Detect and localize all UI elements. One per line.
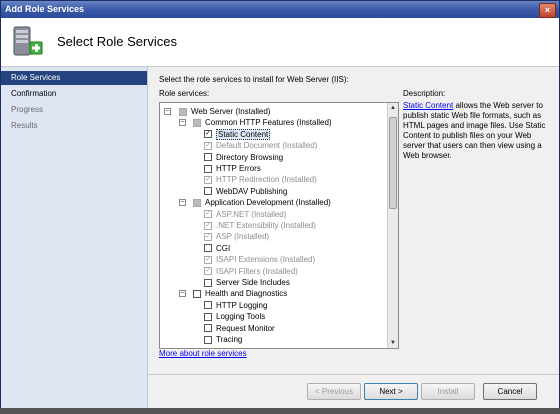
tree-row[interactable]: ✓ .NET Extensibility (Installed) (160, 220, 386, 231)
tree-row[interactable]: Server Side Includes (160, 277, 386, 288)
more-about-role-services-link[interactable]: More about role services (159, 349, 247, 358)
wizard-sidebar: Role Services Confirmation Progress Resu… (1, 67, 148, 408)
role-checkbox: ✓ (204, 175, 212, 184)
role-checkbox[interactable] (204, 301, 212, 310)
role-services-tree[interactable]: ▲ ▼ − Web Server (Installed) − Common HTTP … (159, 102, 399, 349)
tree-row-label: Common HTTP Features (Installed) (205, 118, 332, 128)
tree-row[interactable]: ✓ Default Document (Installed) (160, 140, 386, 151)
tree-row[interactable]: − Application Development (Installed) (160, 197, 386, 208)
tree-row-label: Server Side Includes (216, 278, 290, 287)
tree-row[interactable]: WebDAV Publishing (160, 186, 386, 197)
tree-row-label: ISAPI Extensions (Installed) (216, 255, 316, 265)
role-checkbox[interactable] (193, 198, 201, 207)
add-role-services-window: Add Role Services × Select Role Services… (0, 0, 560, 409)
tree-row-label: Static Content (216, 128, 271, 140)
tree-row-label: ASP.NET (Installed) (216, 209, 287, 219)
sidebar-item-confirmation[interactable]: Confirmation (1, 87, 147, 101)
role-checkbox[interactable] (204, 324, 212, 333)
scroll-thumb[interactable] (389, 117, 397, 209)
collapse-toggle-icon[interactable]: − (179, 119, 186, 127)
next-button[interactable]: Next > (364, 383, 418, 400)
collapse-toggle-icon[interactable]: − (164, 108, 171, 115)
role-checkbox[interactable] (204, 187, 212, 196)
background-strip (0, 408, 560, 414)
tree-row-label: CGI (216, 243, 231, 253)
tree-scrollbar[interactable]: ▲ ▼ (387, 103, 398, 348)
tree-row[interactable]: ✓ ASP (Installed) (160, 231, 386, 242)
collapse-toggle-icon[interactable]: − (179, 199, 186, 207)
previous-button[interactable]: < Previous (307, 383, 361, 400)
tree-row[interactable]: HTTP Logging (160, 300, 386, 311)
tree-row-label: Tracing (216, 335, 243, 344)
tree-row-label: Logging Tools (216, 312, 266, 322)
tree-row[interactable]: Request Monitor (160, 323, 386, 334)
tree-row[interactable]: HTTP Errors (160, 163, 386, 174)
tree-row-label: Application Development (Installed) (205, 198, 331, 208)
role-checkbox: ✓ (204, 210, 212, 219)
tree-row[interactable]: CGI (160, 243, 386, 254)
description-text: Static Content allows the Web server to … (403, 101, 553, 161)
tree-row-label: ASP (Installed) (216, 232, 270, 242)
role-checkbox[interactable] (193, 118, 201, 127)
cancel-button[interactable]: Cancel (483, 383, 537, 400)
tree-row[interactable]: − Health and Diagnostics (160, 288, 386, 299)
tree-row[interactable]: ✓ ISAPI Extensions (Installed) (160, 254, 386, 265)
window-title: Add Role Services (5, 4, 85, 14)
tree-row-label: Health and Diagnostics (205, 289, 288, 299)
wizard-header: Select Role Services (1, 18, 559, 67)
main-panel: Select the role services to install for … (148, 67, 559, 374)
tree-row-label: Default Document (Installed) (216, 141, 318, 151)
tree-row[interactable]: ✓ ASP.NET (Installed) (160, 209, 386, 220)
scroll-down-arrow-icon[interactable]: ▼ (388, 338, 398, 348)
page-title: Select Role Services (57, 34, 177, 49)
sidebar-item-role-services[interactable]: Role Services (1, 71, 147, 85)
role-checkbox[interactable] (204, 153, 212, 162)
tree-row[interactable]: ✓ Static Content (160, 128, 386, 140)
instruction-text: Select the role services to install for … (159, 75, 349, 84)
role-checkbox: ✓ (204, 267, 212, 276)
tree-row[interactable]: Logging Tools (160, 311, 386, 322)
tree-row[interactable]: − Common HTTP Features (Installed) (160, 117, 386, 128)
install-button[interactable]: Install (421, 383, 475, 400)
tree-row[interactable]: ✓ HTTP Redirection (Installed) (160, 174, 386, 185)
tree-row-label: ISAPI Filters (Installed) (216, 266, 298, 276)
close-button[interactable]: × (539, 3, 556, 18)
tree-row-label: WebDAV Publishing (216, 186, 288, 196)
tree-row-label: HTTP Errors (216, 164, 261, 173)
static-content-link[interactable]: Static Content (403, 101, 453, 110)
role-checkbox: ✓ (204, 221, 212, 230)
tree-row[interactable]: Directory Browsing (160, 152, 386, 163)
role-checkbox[interactable] (204, 244, 212, 253)
tree-row-label: Web Server (Installed) (191, 107, 271, 116)
tree-row[interactable]: ✓ ISAPI Filters (Installed) (160, 266, 386, 277)
tree-row-label: Directory Browsing (216, 152, 284, 162)
description-label: Description: (403, 89, 446, 98)
tree-row[interactable]: Tracing (160, 334, 386, 345)
tree-row-label: HTTP Logging (216, 300, 268, 310)
wizard-footer: < Previous Next > Install Cancel (148, 374, 559, 409)
role-checkbox: ✓ (204, 255, 212, 264)
sidebar-item-progress: Progress (11, 105, 44, 114)
tree-row-label: HTTP Redirection (Installed) (216, 175, 317, 185)
role-checkbox[interactable] (193, 289, 201, 298)
role-checkbox: ✓ (204, 141, 212, 150)
role-checkbox[interactable] (204, 312, 212, 321)
sidebar-item-results: Results (11, 121, 38, 130)
role-checkbox[interactable] (204, 164, 212, 173)
role-checkbox[interactable] (204, 278, 212, 287)
title-bar: Add Role Services × (1, 1, 559, 18)
role-checkbox[interactable] (204, 335, 212, 344)
role-checkbox[interactable] (179, 107, 187, 116)
scroll-up-arrow-icon[interactable]: ▲ (388, 103, 398, 113)
collapse-toggle-icon[interactable]: − (179, 290, 186, 298)
tree-row-label: Request Monitor (216, 323, 275, 333)
role-services-label: Role services: (159, 89, 210, 98)
role-checkbox: ✓ (204, 232, 212, 241)
server-add-icon (13, 26, 43, 56)
tree-row-label: .NET Extensibility (Installed) (216, 221, 316, 230)
role-checkbox[interactable]: ✓ (204, 130, 212, 139)
tree-row[interactable]: − Web Server (Installed) (160, 106, 386, 117)
